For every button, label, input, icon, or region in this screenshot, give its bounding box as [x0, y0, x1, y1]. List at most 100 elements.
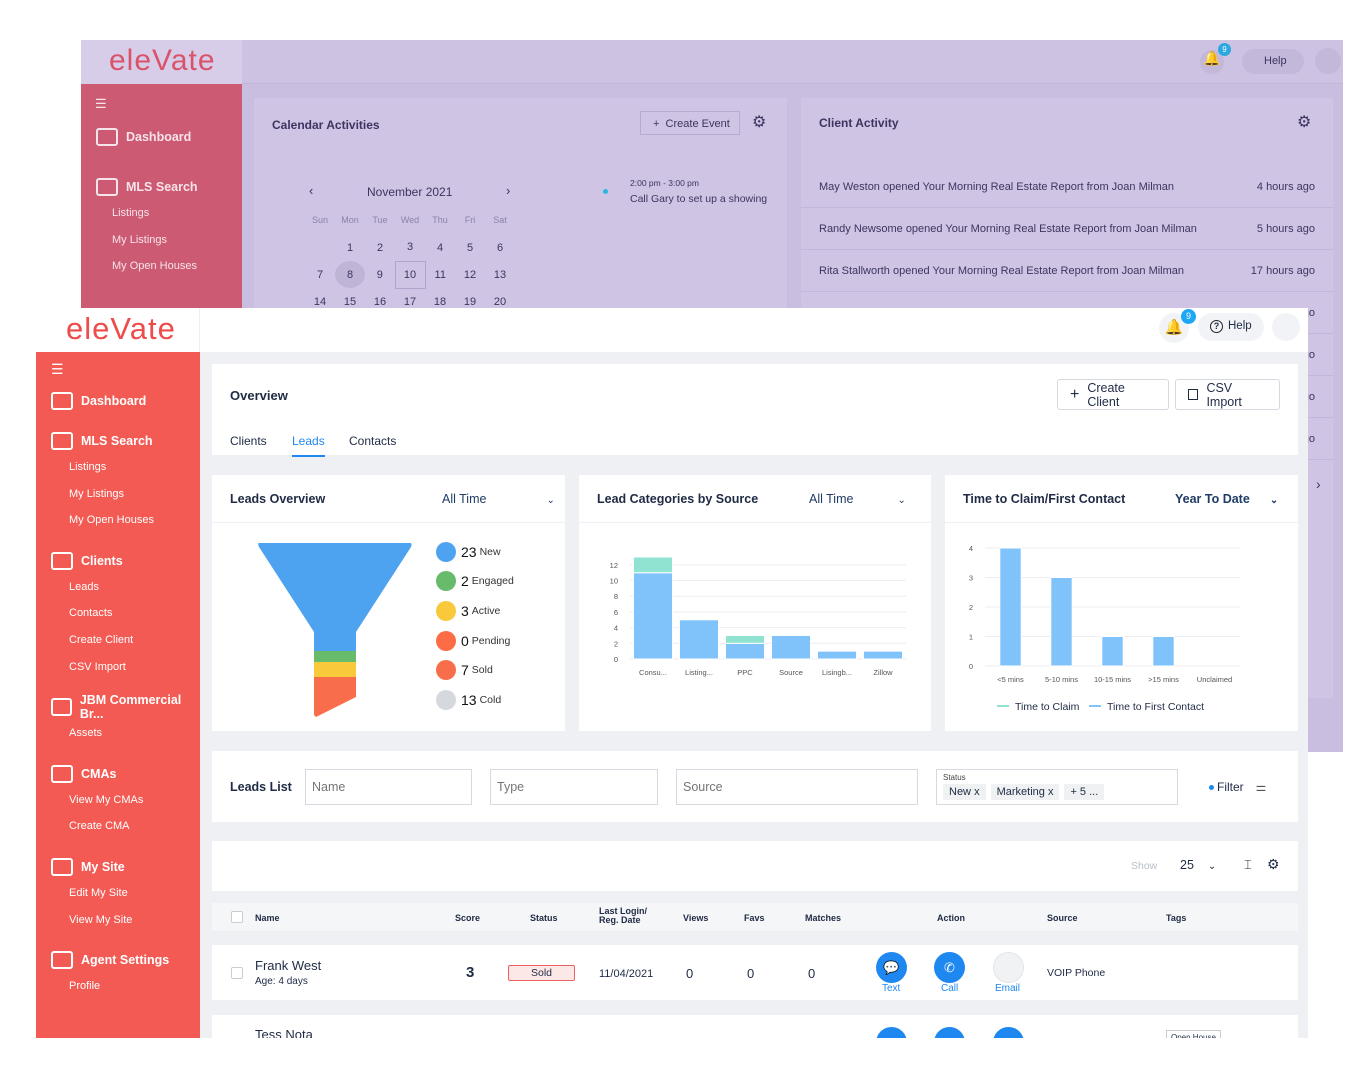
sidebar-item[interactable]: Listings [81, 200, 242, 227]
col-name[interactable]: Name [255, 913, 280, 923]
next-icon[interactable]: › [1316, 476, 1321, 492]
calendar-day[interactable]: 13 [485, 261, 515, 288]
legend-label[interactable]: Time to First Contact [1107, 701, 1204, 713]
email-action-label[interactable]: Email [995, 983, 1020, 994]
avatar[interactable] [1315, 48, 1341, 74]
lead-name[interactable]: Tess Nota [255, 1027, 313, 1038]
calendar-day[interactable] [305, 234, 335, 261]
remove-icon[interactable]: x [1048, 786, 1054, 798]
calendar-day[interactable]: 1 [335, 234, 365, 261]
col-favs[interactable]: Favs [744, 913, 765, 923]
sidebar-item[interactable]: Profile [36, 973, 200, 1000]
call-action-button[interactable] [934, 1027, 965, 1038]
calendar-day[interactable]: 12 [455, 261, 485, 288]
menu-icon[interactable]: ☰ [36, 352, 200, 384]
table-row[interactable]: Frank West Age: 4 days 3 Sold 11/04/2021… [212, 945, 1298, 1000]
sidebar-item[interactable]: Listings [36, 454, 200, 481]
sidebar-section-agent-settings[interactable]: Agent Settings [36, 947, 200, 973]
sidebar-item[interactable]: Leads [36, 574, 200, 601]
sidebar-item-mls[interactable]: MLS Search [81, 174, 242, 200]
status-select[interactable]: Status New x Marketing x + 5 ... [936, 769, 1178, 805]
sidebar-item[interactable]: My Listings [81, 227, 242, 254]
call-action-label[interactable]: Call [941, 983, 958, 994]
name-input[interactable] [305, 769, 472, 805]
help-button[interactable]: ? Help [1198, 313, 1264, 341]
settings-hand-icon[interactable]: ⚙ [752, 112, 766, 132]
calendar-day[interactable]: 10 [394, 260, 426, 289]
col-source[interactable]: Source [1047, 913, 1078, 923]
lead-name[interactable]: Frank West [255, 958, 321, 973]
calendar-day[interactable]: 7 [305, 261, 335, 288]
sidebar-item[interactable]: CSV Import [36, 654, 200, 681]
bar[interactable] [632, 556, 674, 574]
type-input[interactable] [490, 769, 658, 805]
call-action-button[interactable]: ✆ [934, 952, 965, 983]
bar[interactable] [862, 650, 904, 660]
calendar-day[interactable]: 11 [425, 261, 455, 288]
status-tag-new[interactable]: New x [943, 784, 986, 800]
sidebar-item[interactable]: View My Site [36, 907, 200, 934]
sidebar-section-mls-search[interactable]: MLS Search [36, 428, 200, 454]
row-height-icon[interactable]: ⌶ [1244, 857, 1252, 873]
bar[interactable] [1050, 577, 1073, 667]
sidebar-item[interactable]: Contacts [36, 600, 200, 627]
bar[interactable] [632, 572, 674, 660]
bar[interactable] [999, 547, 1022, 667]
csv-import-button[interactable]: CSV Import [1175, 379, 1280, 410]
sidebar-section-cmas[interactable]: CMAs [36, 761, 200, 787]
avatar[interactable] [1272, 313, 1300, 341]
legend-label[interactable]: Time to Claim [1015, 701, 1080, 713]
text-action-button[interactable] [876, 1027, 907, 1038]
activity-row[interactable]: May Weston opened Your Morning Real Esta… [801, 166, 1333, 208]
bar[interactable] [724, 634, 766, 644]
sidebar-item[interactable]: Edit My Site [36, 880, 200, 907]
sidebar-section-dashboard[interactable]: Dashboard [36, 388, 200, 414]
sidebar-item[interactable]: Create CMA [36, 813, 200, 840]
sidebar-item[interactable]: View My CMAs [36, 787, 200, 814]
activity-row[interactable]: Rita Stallworth opened Your Morning Real… [801, 250, 1333, 292]
bar[interactable] [770, 634, 812, 660]
bar[interactable] [678, 619, 720, 660]
col-score[interactable]: Score [455, 913, 480, 923]
col-matches[interactable]: Matches [805, 913, 841, 923]
sidebar-item-dashboard[interactable]: Dashboard [81, 124, 242, 150]
bar[interactable] [1152, 636, 1175, 667]
settings-hand-icon[interactable]: ⚙ [1297, 112, 1311, 132]
create-client-button[interactable]: + Create Client [1057, 379, 1169, 410]
tab-leads[interactable]: Leads [292, 434, 325, 457]
sidebar-item[interactable]: My Open Houses [36, 507, 200, 534]
calendar-day[interactable]: 6 [485, 234, 515, 261]
row-checkbox[interactable] [231, 967, 243, 979]
col-status[interactable]: Status [530, 913, 558, 923]
calendar-day[interactable]: 3 [395, 234, 425, 261]
sidebar-item[interactable]: My Open Houses [81, 253, 242, 280]
status-tag-marketing[interactable]: Marketing x [990, 784, 1060, 800]
activity-row[interactable]: Randy Newsome opened Your Morning Real E… [801, 208, 1333, 250]
next-month-icon[interactable]: › [506, 183, 510, 198]
gear-icon[interactable]: ⚙ [1267, 856, 1280, 873]
calendar-day[interactable]: 5 [455, 234, 485, 261]
table-row[interactable]: Tess Nota Open House [212, 1015, 1298, 1038]
tab-contacts[interactable]: Contacts [349, 434, 396, 448]
status-more[interactable]: + 5 ... [1064, 784, 1105, 800]
calendar-day[interactable]: 8 [335, 261, 365, 288]
bar[interactable] [1101, 636, 1124, 667]
menu-icon[interactable]: ☰ [81, 84, 242, 124]
email-action-button[interactable] [993, 1027, 1024, 1038]
text-action-label[interactable]: Text [882, 983, 900, 994]
sidebar-section-jbm-commercial-br-[interactable]: JBM Commercial Br... [36, 693, 200, 721]
page-size-select[interactable]: 25 ⌄ [1180, 858, 1216, 872]
prev-month-icon[interactable]: ‹ [309, 183, 313, 198]
source-input[interactable] [676, 769, 918, 805]
col-last-login[interactable]: Last Login/ Reg. Date [599, 907, 649, 925]
tab-clients[interactable]: Clients [230, 434, 267, 448]
range-select[interactable]: All Time ⌄ [442, 492, 555, 506]
event-text[interactable]: Call Gary to set up a showing [630, 193, 767, 205]
sidebar-item[interactable]: My Listings [36, 481, 200, 508]
create-event-button[interactable]: + Create Event [640, 111, 740, 135]
bar[interactable] [816, 650, 858, 660]
help-button[interactable]: Help [1242, 49, 1304, 74]
calendar-day[interactable]: 4 [425, 234, 455, 261]
sidebar-section-my-site[interactable]: My Site [36, 854, 200, 880]
sidebar-item[interactable]: Create Client [36, 627, 200, 654]
